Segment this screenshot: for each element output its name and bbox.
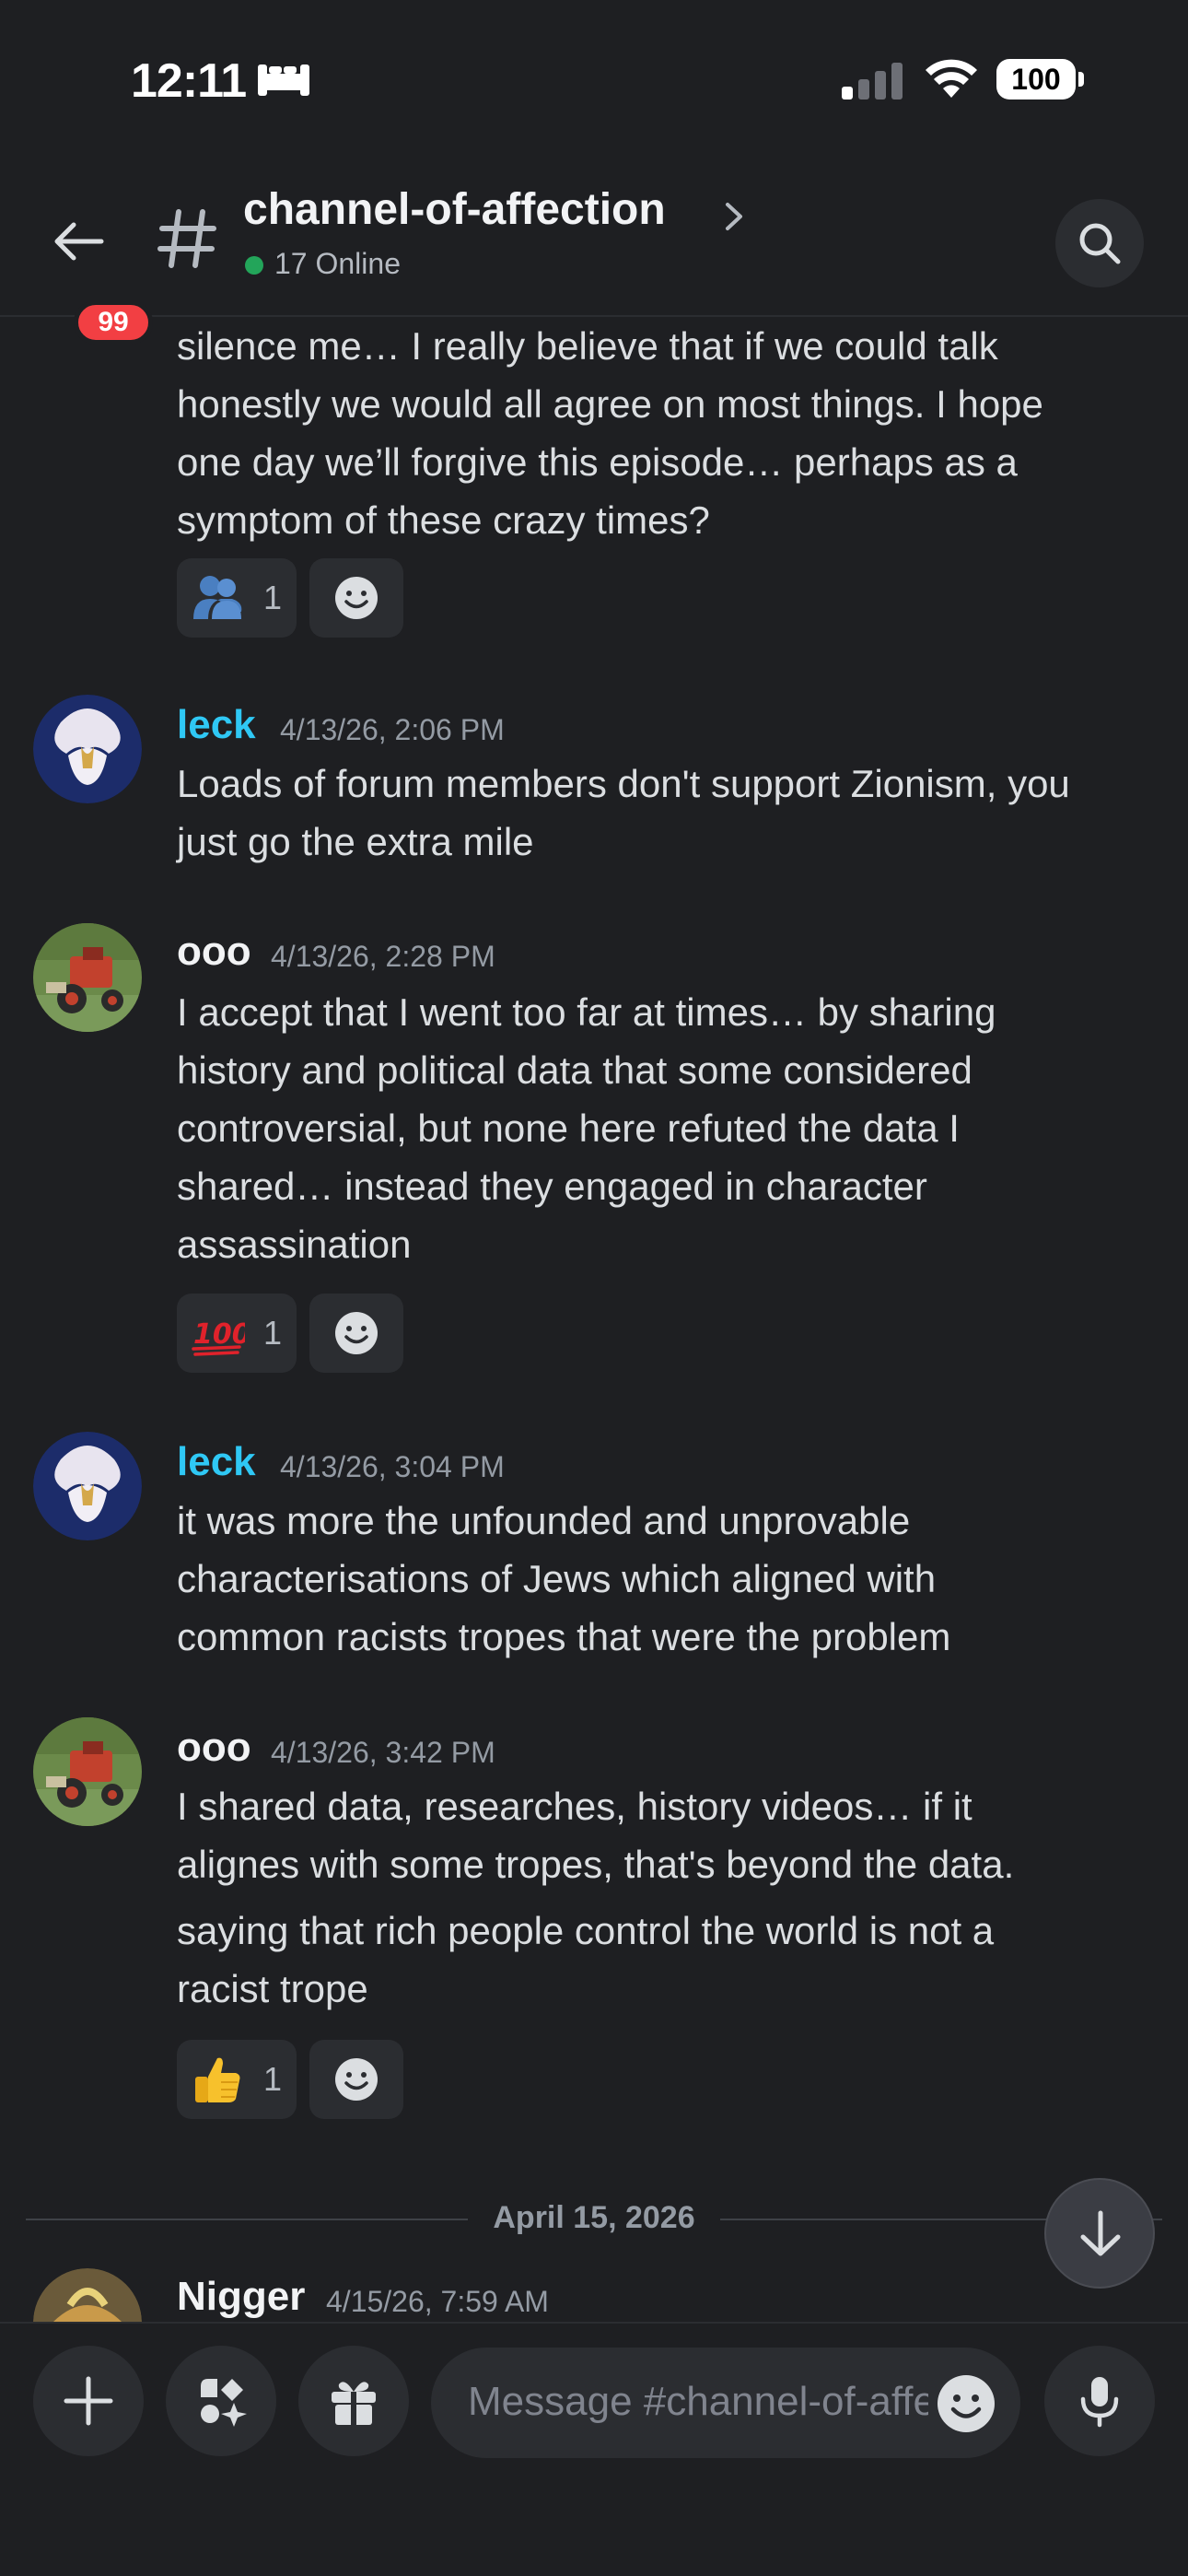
online-status-dot: [245, 256, 263, 275]
hundred-points-emoji-icon: 100: [192, 1318, 245, 1356]
thumbs-up-emoji-icon: [195, 2057, 240, 2102]
apps-button[interactable]: [166, 2346, 276, 2456]
chevron-right-icon[interactable]: [720, 201, 746, 232]
people-hugging-emoji-icon: [193, 576, 242, 619]
avatar[interactable]: [33, 2268, 142, 2322]
wifi-icon: [926, 59, 977, 98]
battery-level: 100: [996, 59, 1076, 100]
avatar[interactable]: [33, 923, 142, 1032]
gift-button[interactable]: [298, 2346, 409, 2456]
back-button[interactable]: 99: [44, 208, 153, 345]
author-name[interactable]: leck: [177, 702, 256, 748]
message-timestamp: 4/13/26, 3:42 PM: [271, 1736, 495, 1769]
message-line: racist trope: [177, 1967, 368, 2010]
message-content: I shared data, researches, history video…: [177, 1777, 1162, 1893]
message-content: Loads of forum members don't support Zio…: [177, 755, 1162, 871]
reaction-hundred-points[interactable]: 100 1: [177, 1294, 297, 1373]
unread-badge: 99: [74, 300, 153, 345]
reaction-thumbs-up[interactable]: 1: [177, 2040, 297, 2119]
smiley-icon: [335, 577, 378, 619]
arrow-down-icon: [1080, 2210, 1121, 2256]
message-line: assassination: [177, 1223, 412, 1266]
date-divider: April 15, 2026: [26, 2196, 1162, 2242]
message-line: Loads of forum members don't support Zio…: [177, 762, 1070, 805]
voice-message-button[interactable]: [1044, 2346, 1155, 2456]
author-name[interactable]: Nigger: [177, 2274, 305, 2320]
microphone-icon: [1080, 2377, 1119, 2428]
add-reaction-button[interactable]: [309, 558, 403, 638]
plus-icon: [64, 2376, 113, 2426]
avatar[interactable]: [33, 1432, 142, 1540]
battery-indicator: 100: [996, 59, 1085, 100]
message-line: just go the extra mile: [177, 820, 534, 863]
reaction-people-hugging[interactable]: 1: [177, 558, 297, 638]
message-input-placeholder: Message #channel-of-affection: [468, 2379, 928, 2424]
message-composer: Message #channel-of-affection: [0, 2322, 1188, 2576]
avatar[interactable]: [33, 1717, 142, 1826]
avatar[interactable]: [33, 695, 142, 803]
jump-to-present-button[interactable]: [1044, 2178, 1155, 2289]
status-time: 12:11: [131, 54, 247, 108]
sleep-focus-icon: [258, 64, 309, 96]
author-name[interactable]: leck: [177, 1439, 256, 1485]
status-bar: 12:11 100: [0, 0, 1188, 157]
message-line: symptom of these crazy times?: [177, 498, 710, 542]
message-content: saying that rich people control the worl…: [177, 1902, 1162, 2018]
smiley-icon: [335, 1312, 378, 1354]
message-line: alignes with some tropes, that's beyond …: [177, 1843, 1015, 1886]
online-count: 17 Online: [274, 247, 401, 280]
channel-header: 99 channel-of-affection 17 Online: [0, 157, 1188, 345]
message-line: saying that rich people control the worl…: [177, 1909, 995, 1952]
message-line: silence me… I really believe that if we …: [177, 324, 998, 368]
message-line: controversial, but none here refuted the…: [177, 1107, 960, 1150]
channel-title[interactable]: channel-of-affection: [243, 184, 666, 235]
gift-icon: [332, 2382, 376, 2425]
author-name[interactable]: ooo: [177, 929, 251, 975]
message-line: it was more the unfounded and unprovable: [177, 1499, 911, 1542]
message-line: common racists tropes that were the prob…: [177, 1615, 951, 1658]
add-reaction-button[interactable]: [309, 1294, 403, 1373]
smiley-icon: [335, 2058, 378, 2101]
message-timestamp: 4/13/26, 2:06 PM: [280, 713, 505, 746]
search-button[interactable]: [1055, 199, 1144, 287]
reaction-count: 1: [263, 2060, 283, 2098]
message-timestamp: 4/15/26, 7:59 AM: [326, 2285, 549, 2318]
message-line: I accept that I went too far at times… b…: [177, 990, 996, 1034]
message-line: characterisations of Jews which aligned …: [177, 1557, 937, 1600]
add-reaction-button[interactable]: [309, 2040, 403, 2119]
arrow-left-icon: [54, 222, 104, 261]
battery-tip: [1078, 72, 1084, 87]
message-content: I accept that I went too far at times… b…: [177, 983, 1162, 1273]
message-line: history and political data that some con…: [177, 1048, 973, 1092]
message-timestamp: 4/13/26, 3:04 PM: [280, 1450, 505, 1483]
message-timestamp: 4/13/26, 2:28 PM: [271, 940, 495, 973]
search-icon: [1079, 223, 1121, 264]
reaction-count: 1: [263, 1314, 283, 1352]
author-name[interactable]: ooo: [177, 1725, 251, 1771]
message-content: silence me… I really believe that if we …: [177, 317, 1162, 549]
message-line: one day we’ll forgive this episode… perh…: [177, 440, 1018, 484]
cellular-signal-icon: [842, 63, 903, 100]
apps-icon: [201, 2379, 247, 2427]
message-input[interactable]: Message #channel-of-affection: [431, 2348, 1020, 2458]
message-list[interactable]: silence me… I really believe that if we …: [0, 317, 1188, 2322]
message-line: I shared data, researches, history video…: [177, 1785, 973, 1828]
message-line: shared… instead they engaged in characte…: [177, 1165, 927, 1208]
message-content: it was more the unfounded and unprovable…: [177, 1492, 1162, 1666]
text-channel-hash-icon: [157, 209, 216, 268]
add-attachment-button[interactable]: [33, 2346, 144, 2456]
emoji-picker-icon[interactable]: [936, 2373, 996, 2434]
reaction-count: 1: [263, 579, 283, 616]
message-line: honestly we would all agree on most thin…: [177, 382, 1043, 426]
